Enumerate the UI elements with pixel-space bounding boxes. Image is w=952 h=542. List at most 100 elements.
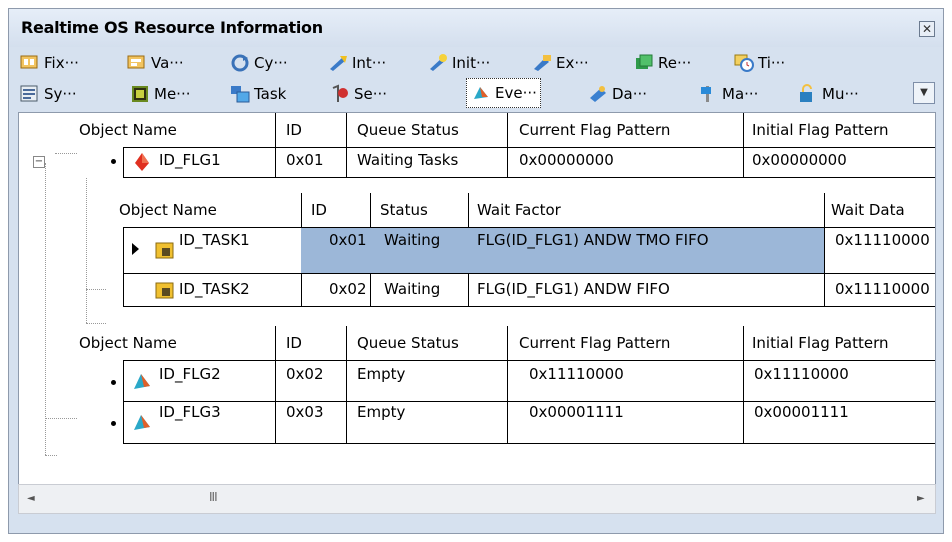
flag-row-id-flg3[interactable]: ID_FLG3 0x03 Empty 0x00001111 0x00001111	[19, 401, 935, 443]
flag-id: 0x03	[286, 403, 324, 421]
horizontal-scrollbar[interactable]: ◄ III ►	[18, 484, 936, 514]
column-header-current-flag-pattern[interactable]: Current Flag Pattern	[519, 326, 744, 360]
initialize-routine-button[interactable]: Init···	[427, 49, 490, 77]
row-bullet	[111, 421, 116, 426]
fixed-memory-pool-label: Fix···	[44, 54, 79, 72]
task-status: Waiting	[384, 280, 441, 298]
semaphore-button[interactable]: Se···	[329, 80, 387, 108]
column-header-initial-flag-pattern[interactable]: Initial Flag Pattern	[752, 113, 935, 147]
column-header-current-flag-pattern[interactable]: Current Flag Pattern	[519, 113, 744, 147]
flag-row-id-flg1[interactable]: − ID_FLG1 0x01 Waiting Tasks 0x00000000 …	[19, 147, 935, 177]
toolbar: Fix··· Va··· Cy··· Int··· Init··· Ex··· …	[9, 47, 943, 111]
eventflag-label: Eve···	[495, 84, 537, 102]
task-row-id-task2[interactable]: ID_TASK2 0x02 Waiting FLG(ID_FLG1) ANDW …	[19, 273, 935, 306]
exception-handler-label: Ex···	[556, 54, 589, 72]
column-header-object-name[interactable]: Object Name	[119, 193, 299, 227]
flag-current-pattern: 0x11110000	[529, 365, 624, 383]
interrupt-handler-label: Int···	[352, 54, 387, 72]
eventflag-icon	[134, 374, 150, 389]
data-queue-button[interactable]: Da···	[587, 80, 647, 108]
memory-icon	[132, 86, 148, 102]
column-header-queue-status[interactable]: Queue Status	[357, 113, 507, 147]
memory-button[interactable]: Me···	[129, 80, 190, 108]
interrupt-handler-icon	[330, 56, 347, 71]
task-wait-data: 0x11110000	[835, 231, 930, 249]
row-bullet	[111, 159, 116, 164]
task-wait-data: 0x11110000	[835, 280, 930, 298]
column-header-id[interactable]: ID	[286, 326, 346, 360]
task-name: ID_TASK2	[179, 280, 250, 298]
task-icon	[155, 242, 174, 259]
column-header-object-name[interactable]: Object Name	[79, 326, 275, 360]
resource-tree-panel: Object Name ID Queue Status Current Flag…	[18, 112, 936, 504]
column-header-wait-data[interactable]: Wait Data	[831, 193, 935, 227]
row-bullet	[111, 380, 116, 385]
close-button[interactable]: ✕	[919, 21, 935, 37]
flag-table-header-2: Object Name ID Queue Status Current Flag…	[19, 326, 935, 360]
task-name: ID_TASK1	[179, 231, 250, 249]
task-button[interactable]: Task	[229, 80, 286, 108]
variable-memory-pool-icon	[127, 55, 145, 69]
column-header-initial-flag-pattern[interactable]: Initial Flag Pattern	[752, 326, 935, 360]
column-header-id[interactable]: ID	[311, 193, 371, 227]
system-state-label: Sy···	[44, 85, 77, 103]
current-row-indicator	[132, 243, 139, 255]
column-header-id[interactable]: ID	[286, 113, 346, 147]
title-bar: Realtime OS Resource Information ✕	[9, 9, 943, 47]
semaphore-label: Se···	[354, 85, 388, 103]
task-wait-factor: FLG(ID_FLG1) ANDW TMO FIFO	[477, 231, 709, 249]
initialize-routine-icon	[430, 54, 447, 71]
flag-table-header: Object Name ID Queue Status Current Flag…	[19, 113, 935, 147]
timer-queue-button[interactable]: Ti···	[733, 49, 785, 77]
exception-icon	[534, 55, 551, 71]
flag-id: 0x01	[286, 151, 324, 169]
mutex-button[interactable]: Mu···	[797, 80, 859, 108]
expand-collapse-toggle[interactable]: −	[33, 156, 45, 168]
task-icon	[155, 282, 174, 299]
mailbox-icon	[701, 86, 711, 102]
task-label: Task	[254, 85, 287, 103]
mailbox-button[interactable]: Ma···	[697, 80, 758, 108]
ready-queue-button[interactable]: Re···	[633, 49, 691, 77]
resource-info-window: Realtime OS Resource Information ✕ Fix··…	[8, 8, 944, 534]
mailbox-label: Ma···	[722, 85, 759, 103]
system-state-icon	[20, 85, 38, 102]
fixed-memory-pool-button[interactable]: Fix···	[19, 49, 79, 77]
ready-queue-icon	[636, 54, 653, 69]
fixed-memory-pool-icon	[20, 55, 38, 69]
column-header-wait-factor[interactable]: Wait Factor	[477, 193, 817, 227]
cyclic-handler-button[interactable]: Cy···	[229, 49, 288, 77]
scroll-right-arrow[interactable]: ►	[917, 493, 925, 504]
flag-current-pattern: 0x00000000	[519, 151, 614, 169]
eventflag-icon	[135, 153, 149, 171]
initialize-routine-label: Init···	[452, 54, 491, 72]
flag-id: 0x02	[286, 365, 324, 383]
scroll-left-arrow[interactable]: ◄	[27, 493, 35, 504]
exception-handler-button[interactable]: Ex···	[531, 49, 589, 77]
toolbar-overflow-button[interactable]: ▼	[913, 82, 935, 104]
eventflag-icon	[134, 415, 150, 430]
ready-queue-label: Re···	[658, 54, 692, 72]
task-row-id-task1[interactable]: ID_TASK1 0x01 Waiting FLG(ID_FLG1) ANDW …	[19, 227, 935, 273]
flag-name: ID_FLG1	[159, 151, 221, 169]
flag-queue-status: Empty	[357, 365, 406, 383]
column-header-status[interactable]: Status	[380, 193, 470, 227]
flag-name: ID_FLG3	[159, 403, 221, 421]
interrupt-handler-button[interactable]: Int···	[327, 49, 386, 77]
eventflag-button[interactable]: Eve···	[466, 78, 541, 108]
flag-current-pattern: 0x00001111	[529, 403, 624, 421]
task-table-header: Object Name ID Status Wait Factor Wait D…	[19, 193, 935, 227]
memory-label: Me···	[154, 85, 191, 103]
scroll-thumb-grip[interactable]: III	[209, 490, 218, 504]
variable-memory-pool-button[interactable]: Va···	[126, 49, 184, 77]
data-queue-label: Da···	[612, 85, 648, 103]
cyclic-handler-label: Cy···	[254, 54, 288, 72]
system-state-button[interactable]: Sy···	[19, 80, 77, 108]
mutex-icon	[800, 84, 812, 102]
timer-queue-icon	[734, 54, 754, 72]
column-header-queue-status[interactable]: Queue Status	[357, 326, 507, 360]
flag-initial-pattern: 0x00001111	[754, 403, 849, 421]
variable-memory-pool-label: Va···	[151, 54, 184, 72]
column-header-object-name[interactable]: Object Name	[79, 113, 275, 147]
flag-name: ID_FLG2	[159, 365, 221, 383]
